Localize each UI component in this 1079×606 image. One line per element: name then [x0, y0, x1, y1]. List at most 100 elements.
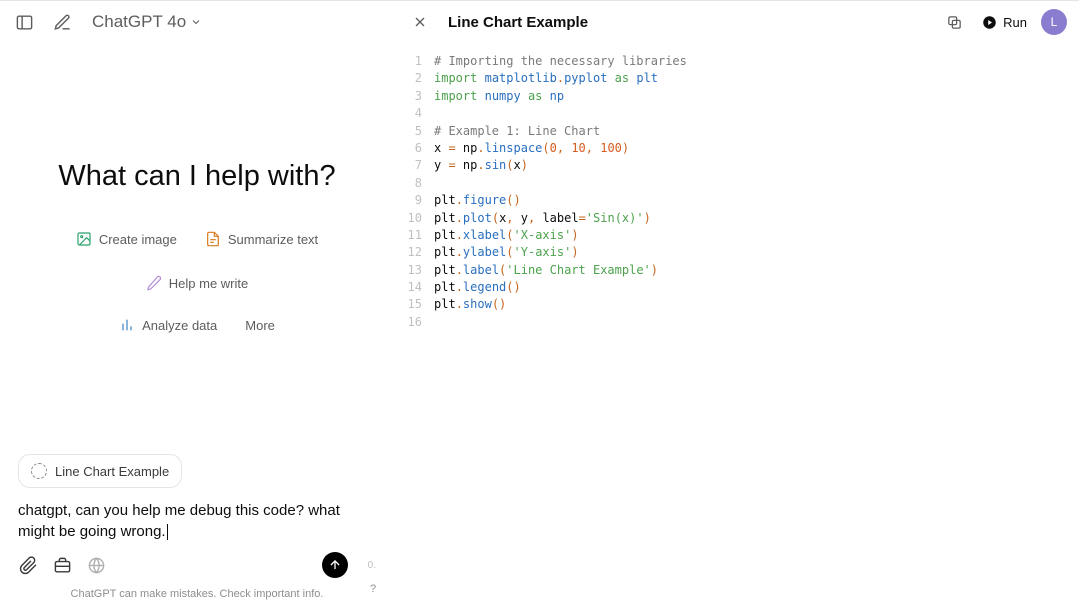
chat-heading: What can I help with? [58, 160, 335, 193]
suggestion-analyze[interactable]: Analyze data [115, 313, 221, 337]
close-code-button[interactable] [406, 8, 434, 36]
suggestion-row-1: Create image Summarize text Help me writ… [20, 227, 374, 295]
line-number: 1 [394, 53, 434, 70]
code-line: 5# Example 1: Line Chart [394, 123, 1079, 140]
globe-icon [87, 556, 106, 575]
code-pane: Line Chart Example Run L 1# Importing th… [394, 1, 1079, 606]
line-number: 3 [394, 88, 434, 105]
line-number: 2 [394, 70, 434, 87]
model-name: ChatGPT 4o [92, 12, 186, 32]
line-number: 14 [394, 279, 434, 296]
suggestion-label: Help me write [169, 276, 248, 291]
code-line: 7y = np.sin(x) [394, 157, 1079, 174]
avatar[interactable]: L [1041, 9, 1067, 35]
composer: Line Chart Example chatgpt, can you help… [0, 454, 394, 606]
code-content: plt.show() [434, 296, 506, 313]
suggestion-label: More [245, 318, 275, 333]
chat-header: ChatGPT 4o [0, 1, 394, 43]
code-content [434, 175, 441, 192]
code-content: import numpy as np [434, 88, 564, 105]
code-line: 3import numpy as np [394, 88, 1079, 105]
suggestion-more[interactable]: More [241, 313, 279, 337]
line-number: 15 [394, 296, 434, 313]
line-number: 16 [394, 314, 434, 331]
chart-icon [119, 317, 135, 333]
disclaimer-text: ChatGPT can make mistakes. Check importa… [18, 588, 376, 600]
code-line: 16 [394, 314, 1079, 331]
code-content: import matplotlib.pyplot as plt [434, 70, 658, 87]
code-line: 9plt.figure() [394, 192, 1079, 209]
run-label: Run [1003, 15, 1027, 30]
model-selector[interactable]: ChatGPT 4o [86, 8, 208, 36]
suggestion-summarize[interactable]: Summarize text [201, 227, 322, 251]
pencil-icon [146, 275, 162, 291]
code-line: 15plt.show() [394, 296, 1079, 313]
code-line: 1# Importing the necessary libraries [394, 53, 1079, 70]
line-number: 8 [394, 175, 434, 192]
code-header: Line Chart Example Run L [394, 1, 1079, 43]
code-content: plt.legend() [434, 279, 521, 296]
send-button[interactable] [322, 552, 348, 578]
suggestion-create-image[interactable]: Create image [72, 227, 181, 251]
suggestion-label: Summarize text [228, 232, 318, 247]
code-content [434, 314, 441, 331]
code-content: plt.figure() [434, 192, 521, 209]
text-cursor [167, 524, 168, 540]
code-line: 14plt.legend() [394, 279, 1079, 296]
code-content [434, 105, 441, 122]
image-icon [76, 231, 92, 247]
suggestion-help-write[interactable]: Help me write [142, 271, 252, 295]
code-line: 6x = np.linspace(0, 10, 100) [394, 140, 1079, 157]
code-line: 4 [394, 105, 1079, 122]
sidebar-toggle-button[interactable] [10, 8, 38, 36]
code-content: x = np.linspace(0, 10, 100) [434, 140, 629, 157]
line-number: 13 [394, 262, 434, 279]
suggestion-label: Analyze data [142, 318, 217, 333]
help-button[interactable]: ? [364, 580, 382, 598]
line-number: 10 [394, 210, 434, 227]
composer-input[interactable]: chatgpt, can you help me debug this code… [18, 500, 376, 542]
code-line: 13plt.label('Line Chart Example') [394, 262, 1079, 279]
code-content: # Importing the necessary libraries [434, 53, 687, 70]
new-chat-button[interactable] [48, 8, 76, 36]
paperclip-icon [19, 556, 38, 575]
code-editor[interactable]: 1# Importing the necessary libraries2imp… [394, 43, 1079, 606]
code-title: Line Chart Example [448, 14, 588, 31]
code-line: 10plt.plot(x, y, label='Sin(x)') [394, 210, 1079, 227]
code-content: plt.plot(x, y, label='Sin(x)') [434, 210, 651, 227]
arrow-up-icon [328, 558, 342, 572]
attachment-chip[interactable]: Line Chart Example [18, 454, 182, 488]
close-icon [412, 14, 428, 30]
web-button[interactable] [86, 555, 106, 575]
code-content: y = np.sin(x) [434, 157, 528, 174]
attach-button[interactable] [18, 555, 38, 575]
copy-button[interactable] [940, 8, 968, 36]
code-content: plt.ylabel('Y-axis') [434, 244, 579, 261]
code-line: 8 [394, 175, 1079, 192]
line-number: 6 [394, 140, 434, 157]
code-header-actions: Run L [940, 8, 1067, 36]
run-button[interactable]: Run [982, 15, 1027, 30]
chat-welcome: What can I help with? Create image Summa… [0, 43, 394, 454]
chip-icon [31, 463, 47, 479]
play-icon [982, 15, 997, 30]
code-content: plt.xlabel('X-axis') [434, 227, 579, 244]
document-icon [205, 231, 221, 247]
line-number: 9 [394, 192, 434, 209]
code-content: # Example 1: Line Chart [434, 123, 600, 140]
edit-icon [53, 13, 72, 32]
composer-toolbar: 0. [18, 550, 376, 582]
chevron-down-icon [190, 16, 202, 28]
code-content: plt.label('Line Chart Example') [434, 262, 658, 279]
code-line: 12plt.ylabel('Y-axis') [394, 244, 1079, 261]
line-number: 11 [394, 227, 434, 244]
chat-pane: ChatGPT 4o What can I help with? Create … [0, 1, 394, 606]
line-number: 5 [394, 123, 434, 140]
tools-button[interactable] [52, 555, 72, 575]
suggestion-label: Create image [99, 232, 177, 247]
line-number: 12 [394, 244, 434, 261]
send-side-label: 0. [368, 560, 376, 571]
chip-label: Line Chart Example [55, 464, 169, 479]
composer-text: chatgpt, can you help me debug this code… [18, 502, 340, 540]
code-line: 11plt.xlabel('X-axis') [394, 227, 1079, 244]
